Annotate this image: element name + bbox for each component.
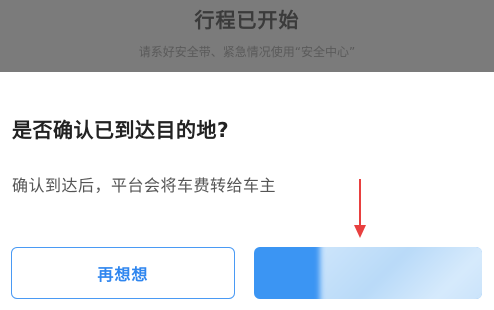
safety-reminder-text: 请系好安全带、紧急情况使用“安全中心” [138,45,356,59]
dimmed-backdrop: 行程已开始 请系好安全带、紧急情况使用“安全中心” [0,0,494,72]
reconsider-button[interactable]: 再想想 [11,247,235,299]
confirm-arrival-button[interactable] [254,247,482,299]
dialog-message: 确认到达后，平台会将车费转给车主 [12,176,277,195]
dialog-title: 是否确认已到达目的地? [12,118,230,142]
blurred-label-overlay [320,247,482,299]
trip-status-title: 行程已开始 [194,8,300,32]
arrival-confirm-dialog: 是否确认已到达目的地? 确认到达后，平台会将车费转给车主 再想想 [0,72,494,310]
red-arrow-down-icon [354,179,366,238]
screen: 行程已开始 请系好安全带、紧急情况使用“安全中心” 是否确认已到达目的地? 确认… [0,0,494,310]
